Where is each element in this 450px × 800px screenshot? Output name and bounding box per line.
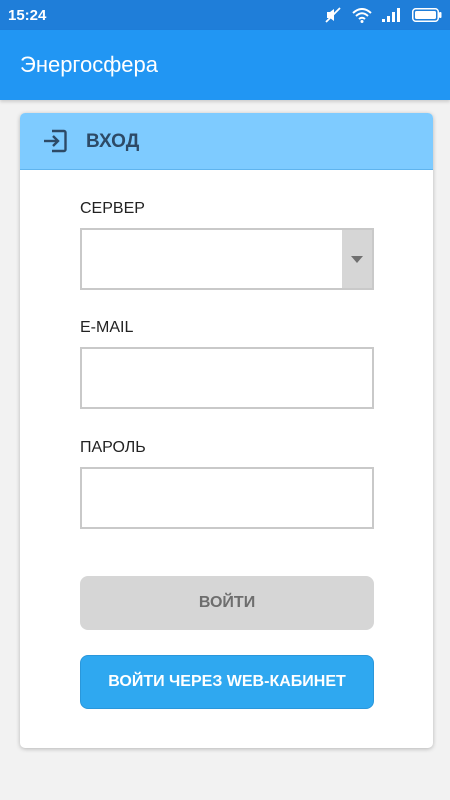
- server-dropdown-arrow[interactable]: [342, 230, 372, 288]
- card-header: ВХОД: [20, 113, 433, 170]
- wifi-icon: [352, 7, 372, 23]
- email-field[interactable]: [80, 347, 374, 409]
- login-icon: [42, 128, 68, 159]
- mute-icon: [324, 7, 342, 23]
- login-card: ВХОД СЕРВЕР E-MAIL ПАРОЛЬ ВОЙТИ ВОЙТИ ЧЕ…: [20, 113, 433, 748]
- server-label: СЕРВЕР: [80, 200, 145, 217]
- app-title: Энергосфера: [20, 52, 159, 77]
- status-time: 15:24: [8, 6, 47, 24]
- password-label: ПАРОЛЬ: [80, 439, 146, 456]
- signal-icon: [382, 8, 402, 22]
- email-label: E-MAIL: [80, 319, 134, 336]
- login-button[interactable]: ВОЙТИ: [80, 576, 374, 630]
- server-select[interactable]: [80, 228, 374, 290]
- chevron-down-icon: [351, 250, 363, 268]
- password-field[interactable]: [80, 467, 374, 529]
- battery-icon: [412, 8, 442, 22]
- card-title: ВХОД: [86, 131, 140, 152]
- status-bar: 15:24: [0, 0, 450, 30]
- app-bar: Энергосфера: [0, 30, 450, 100]
- status-icons: [324, 7, 442, 23]
- web-cabinet-login-button[interactable]: ВОЙТИ ЧЕРЕЗ WEB-КАБИНЕТ: [80, 655, 374, 709]
